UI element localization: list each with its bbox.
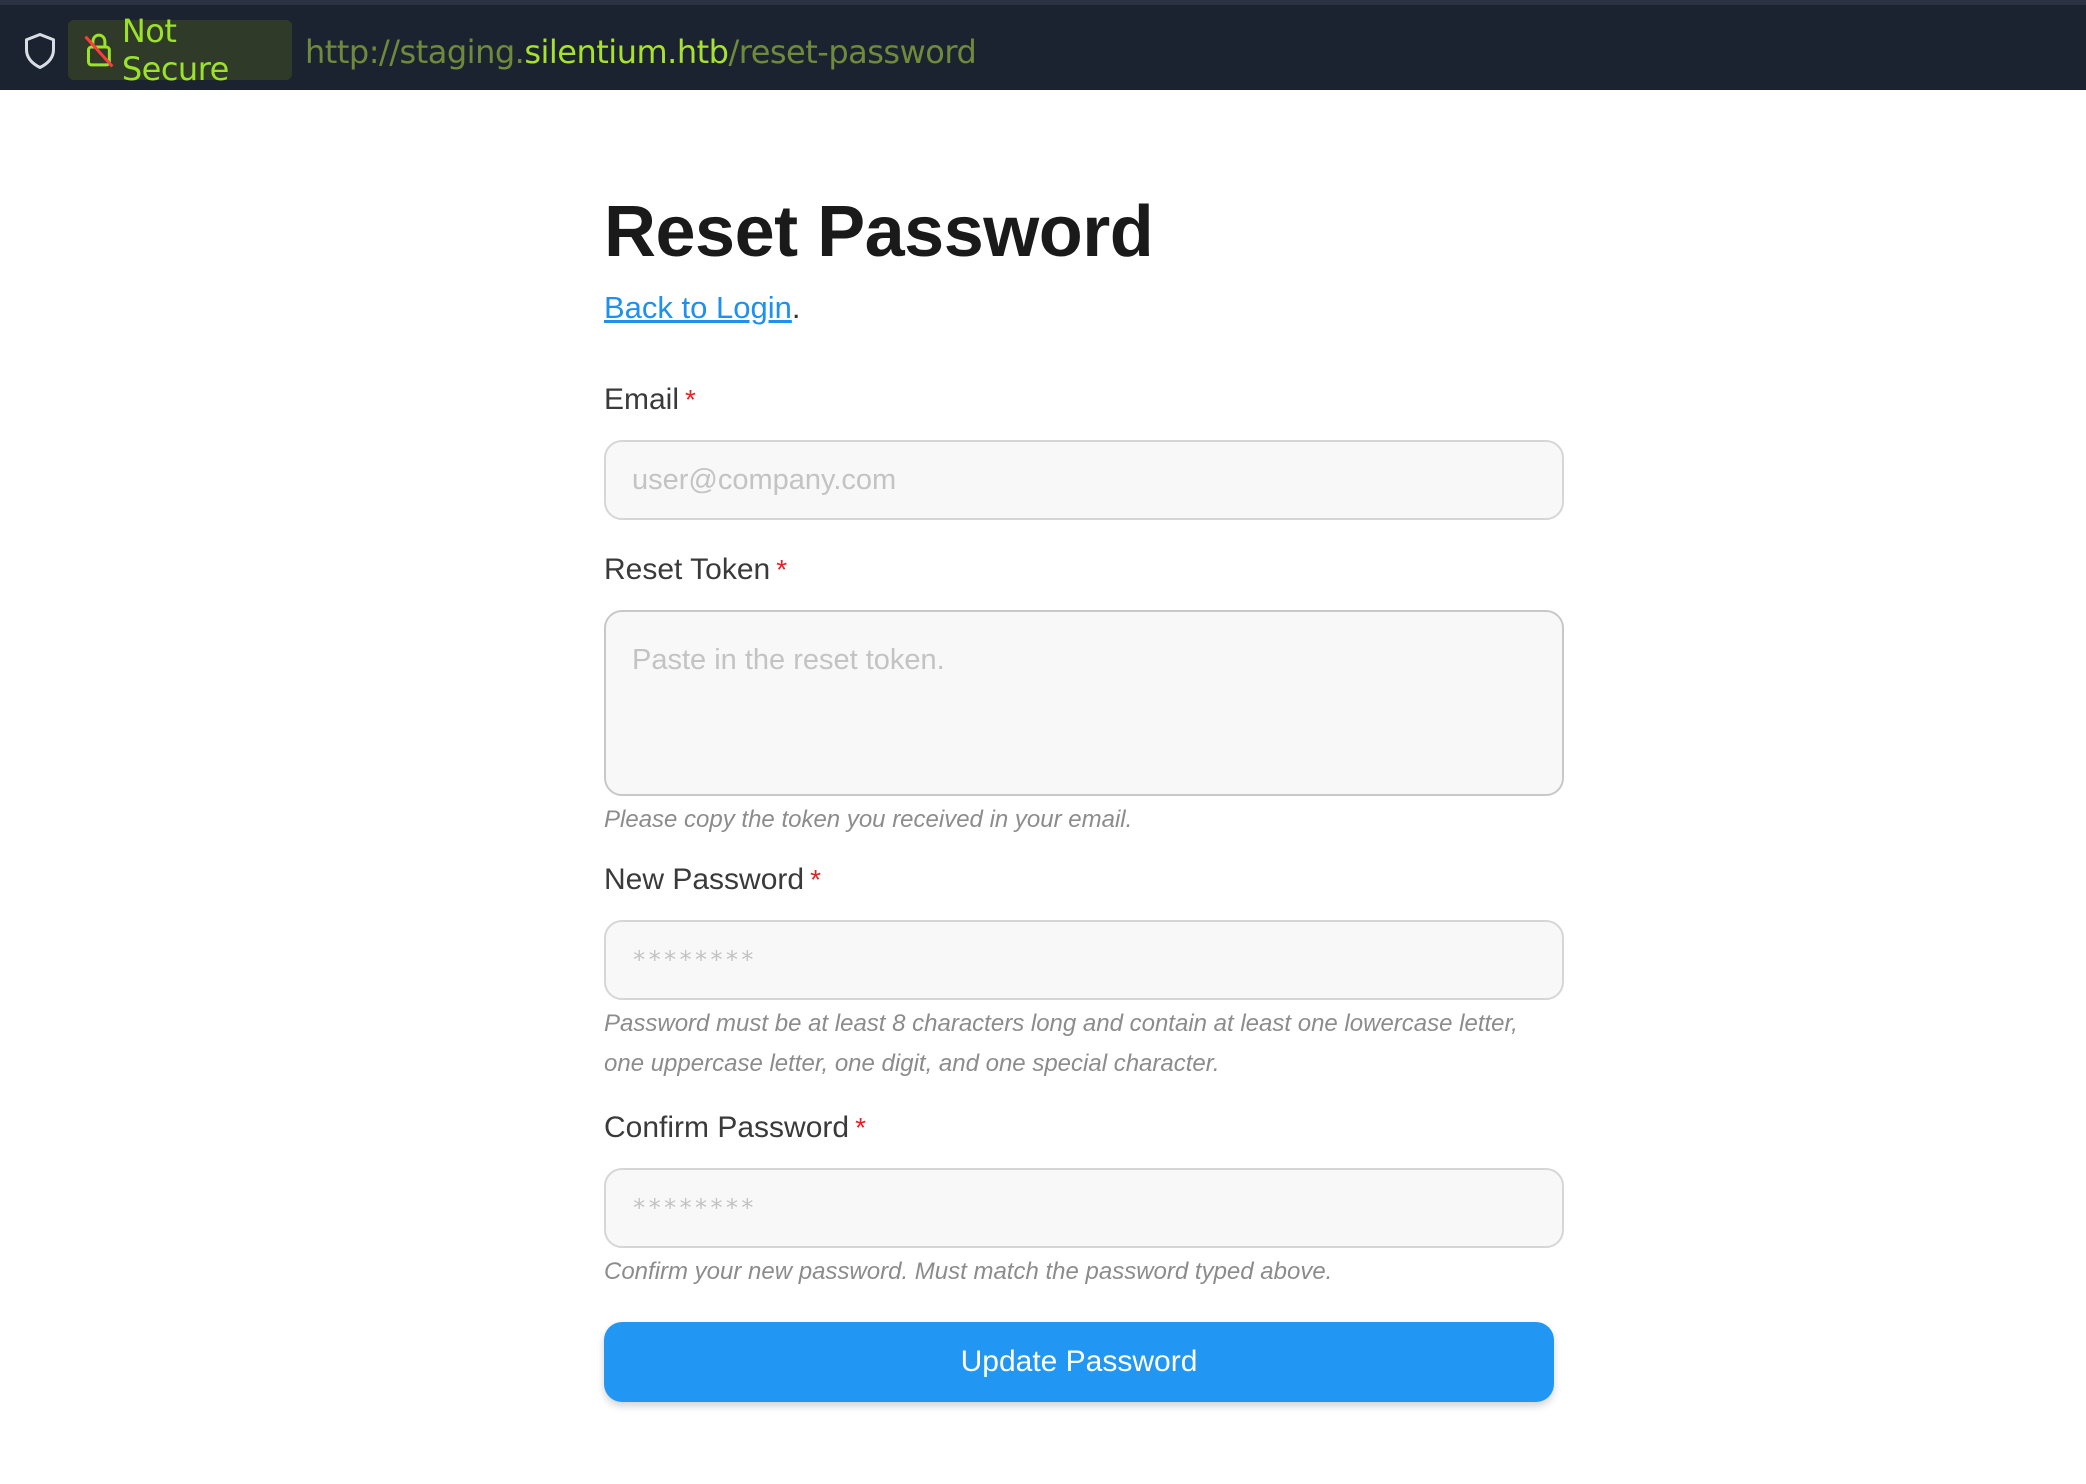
confirm-password-group: Confirm Password * Confirm your new passw… [604, 1108, 1564, 1292]
reset-token-group: Reset Token* Please copy the token you r… [604, 550, 1564, 840]
confirm-password-field[interactable] [604, 1168, 1564, 1248]
confirm-password-label: Confirm Password * [604, 1108, 1564, 1148]
page-title: Reset Password [604, 192, 1154, 272]
required-mark: * [810, 864, 821, 895]
email-group: Email * [604, 380, 1564, 520]
new-password-field[interactable] [604, 920, 1564, 1000]
new-password-label-text: New Password [604, 863, 805, 896]
back-to-login-link[interactable]: Back to Login [604, 290, 792, 325]
reset-token-help: Please copy the token you received in yo… [604, 806, 1133, 833]
url-text[interactable]: http://staging.silentium.htb/reset-passw… [305, 33, 977, 71]
submit-row: Update Password [604, 1322, 1564, 1402]
confirm-password-help: Confirm your new password. Must match th… [604, 1258, 1333, 1285]
reset-token-label: Reset Token * [604, 550, 1564, 590]
new-password-help: Password must be at least 8 characters l… [604, 1010, 1518, 1077]
update-password-button[interactable]: Update Password [604, 1322, 1554, 1402]
browser-address-bar: Not Secure http://staging.silentium.htb/… [0, 0, 2086, 90]
required-mark: * [776, 554, 788, 585]
back-suffix: . [791, 290, 801, 325]
insecure-lock-icon [84, 33, 114, 68]
required-mark: * [855, 1112, 866, 1143]
reset-token-label-text: Reset Token [604, 553, 771, 586]
new-password-label: New Password * [604, 860, 1564, 900]
email-field[interactable] [604, 440, 1564, 520]
shield-icon[interactable] [22, 31, 58, 71]
reset-password-form: Reset Password Back to Login. Email* Res… [604, 190, 1564, 1402]
confirm-password-label-text: Confirm Password [604, 1111, 850, 1144]
url-host: silentium.htb [524, 33, 729, 71]
url-path: /reset-password [728, 33, 977, 71]
new-password-group: New Password * Password must be at least … [604, 860, 1564, 1084]
reset-token-field[interactable] [604, 610, 1564, 796]
not-secure-label: Not Secure [121, 12, 230, 88]
back-row: Back to Login. [604, 286, 1564, 330]
required-mark: * [685, 384, 696, 415]
not-secure-badge[interactable]: Not Secure [68, 12, 292, 88]
url-scheme: http://staging. [305, 33, 525, 71]
email-label-text: Email [604, 383, 680, 416]
email-label: Email * [604, 380, 1564, 420]
